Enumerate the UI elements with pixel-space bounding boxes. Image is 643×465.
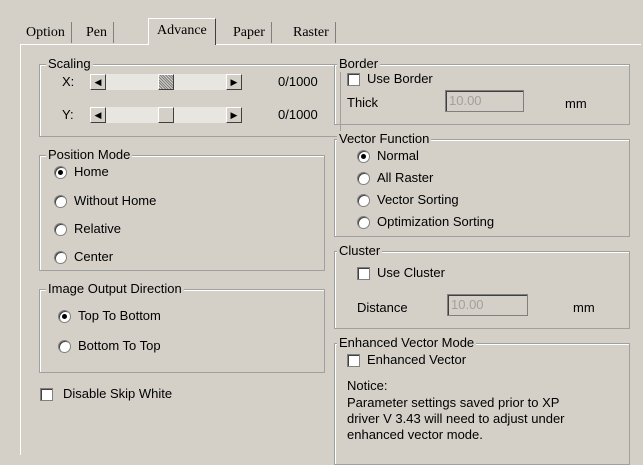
- radio-top-to-bottom-label: Top To Bottom: [78, 308, 161, 323]
- radio-home-label: Home: [74, 164, 109, 179]
- image-output-group: Image Output Direction Top To Bottom Bot…: [39, 281, 325, 373]
- enhanced-vector-label: Enhanced Vector: [367, 352, 467, 367]
- scaling-x-right-arrow-icon[interactable]: ▶: [226, 74, 242, 90]
- vector-function-legend: Vector Function: [337, 131, 432, 147]
- scaling-y-value: 0/1000: [278, 107, 318, 122]
- scaling-y-label: Y:: [62, 107, 74, 122]
- scaling-x-scrollbar[interactable]: ◀ ▶: [90, 74, 242, 90]
- use-border-checkbox[interactable]: [347, 73, 360, 86]
- radio-without-home-label: Without Home: [74, 193, 157, 208]
- radio-top-to-bottom[interactable]: [58, 310, 71, 323]
- radio-center-label: Center: [74, 249, 114, 264]
- scaling-x-left-arrow-icon[interactable]: ◀: [90, 74, 106, 90]
- radio-normal-label: Normal: [377, 148, 419, 163]
- tab-raster[interactable]: Raster: [287, 22, 336, 43]
- radio-relative[interactable]: [54, 223, 67, 236]
- scaling-y-thumb[interactable]: [158, 107, 174, 123]
- radio-center[interactable]: [54, 251, 67, 264]
- disable-skip-white-checkbox[interactable]: [40, 388, 53, 401]
- radio-without-home[interactable]: [54, 195, 67, 208]
- distance-unit: mm: [573, 300, 595, 315]
- position-mode-group: Position Mode Home Without Home Relative…: [39, 147, 325, 271]
- notice-line: Parameter settings saved prior to XP: [347, 395, 560, 410]
- disable-skip-white-label: Disable Skip White: [63, 386, 173, 401]
- scaling-y-left-arrow-icon[interactable]: ◀: [90, 107, 106, 123]
- radio-bottom-to-top-label: Bottom To Top: [78, 338, 161, 353]
- notice-line: enhanced vector mode.: [347, 427, 483, 442]
- scaling-x-label: X:: [62, 74, 75, 89]
- radio-home[interactable]: [54, 166, 67, 179]
- use-cluster-checkbox[interactable]: [357, 267, 370, 280]
- scaling-y-right-arrow-icon[interactable]: ▶: [226, 107, 242, 123]
- thick-label: Thick: [347, 95, 379, 110]
- enhanced-vector-checkbox[interactable]: [347, 354, 360, 367]
- scaling-legend: Scaling: [46, 56, 93, 72]
- enhanced-vector-legend: Enhanced Vector Mode: [337, 335, 477, 351]
- notice-title: Notice:: [347, 378, 388, 393]
- image-output-legend: Image Output Direction: [46, 281, 184, 297]
- border-legend: Border: [337, 56, 381, 72]
- use-cluster-label: Use Cluster: [377, 265, 445, 280]
- radio-vector-sorting-label: Vector Sorting: [377, 192, 459, 207]
- radio-optimization-sorting[interactable]: [357, 216, 370, 229]
- radio-normal[interactable]: [357, 150, 370, 163]
- tab-pen[interactable]: Pen: [80, 22, 114, 43]
- tab-advance[interactable]: Advance: [148, 18, 216, 45]
- radio-all-raster[interactable]: [357, 172, 370, 185]
- notice-line: driver V 3.43 will need to adjust under: [347, 411, 565, 426]
- scaling-x-value: 0/1000: [278, 74, 318, 89]
- radio-bottom-to-top[interactable]: [58, 340, 71, 353]
- distance-input[interactable]: 10.00: [447, 294, 528, 316]
- vector-function-group: Vector Function Normal All Raster Vector…: [334, 131, 630, 237]
- cluster-group: Cluster Use Cluster Distance 10.00 mm: [334, 243, 630, 329]
- border-group: Border Use Border Thick 10.00 mm: [334, 56, 630, 125]
- thick-unit: mm: [565, 96, 587, 111]
- use-border-label: Use Border: [367, 71, 433, 86]
- advance-panel: Scaling X: ◀ ▶ 0/1000 Y: ◀ ▶ 0/1000 Posi…: [20, 44, 641, 465]
- radio-vector-sorting[interactable]: [357, 194, 370, 207]
- radio-optimization-sorting-label: Optimization Sorting: [377, 214, 495, 229]
- position-mode-legend: Position Mode: [46, 147, 133, 163]
- enhanced-vector-group: Enhanced Vector Mode Enhanced Vector Not…: [334, 335, 630, 465]
- radio-all-raster-label: All Raster: [377, 170, 434, 185]
- cluster-legend: Cluster: [337, 243, 383, 259]
- tab-paper[interactable]: Paper: [227, 22, 272, 43]
- scaling-y-scrollbar[interactable]: ◀ ▶: [90, 107, 242, 123]
- tab-option[interactable]: Option: [20, 22, 72, 43]
- scaling-group: Scaling X: ◀ ▶ 0/1000 Y: ◀ ▶ 0/1000: [39, 56, 341, 137]
- thick-input[interactable]: 10.00: [445, 90, 524, 112]
- scaling-x-thumb[interactable]: [158, 74, 174, 90]
- radio-relative-label: Relative: [74, 221, 121, 236]
- distance-label: Distance: [357, 300, 408, 315]
